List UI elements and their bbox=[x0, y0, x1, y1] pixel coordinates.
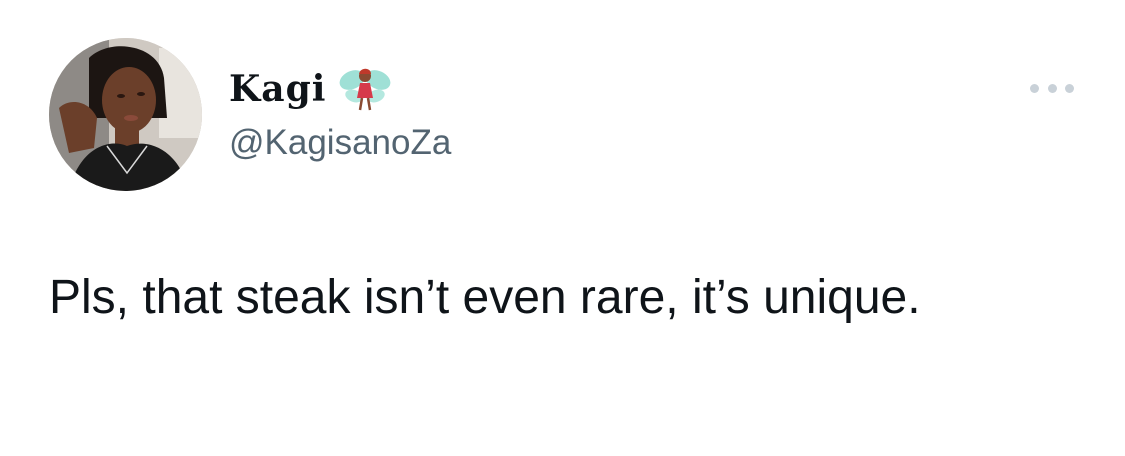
avatar-photo bbox=[49, 38, 202, 191]
avatar[interactable] bbox=[49, 38, 202, 191]
fairy-icon bbox=[338, 62, 392, 116]
more-dot-icon bbox=[1047, 83, 1057, 93]
tweet-text: Pls, that steak isn’t even rare, it’s un… bbox=[49, 271, 921, 324]
more-options-button[interactable] bbox=[1030, 74, 1074, 102]
more-dot-icon bbox=[1065, 83, 1074, 93]
display-name[interactable]: Kagi bbox=[229, 71, 326, 107]
author-handle[interactable]: @KagisanoZa bbox=[229, 122, 451, 164]
more-dot-icon bbox=[1030, 83, 1039, 93]
tweet-card: Kagi @KagisanoZa Pls, that steak isn’t e… bbox=[0, 0, 1125, 456]
display-name-row[interactable]: Kagi bbox=[229, 64, 392, 114]
